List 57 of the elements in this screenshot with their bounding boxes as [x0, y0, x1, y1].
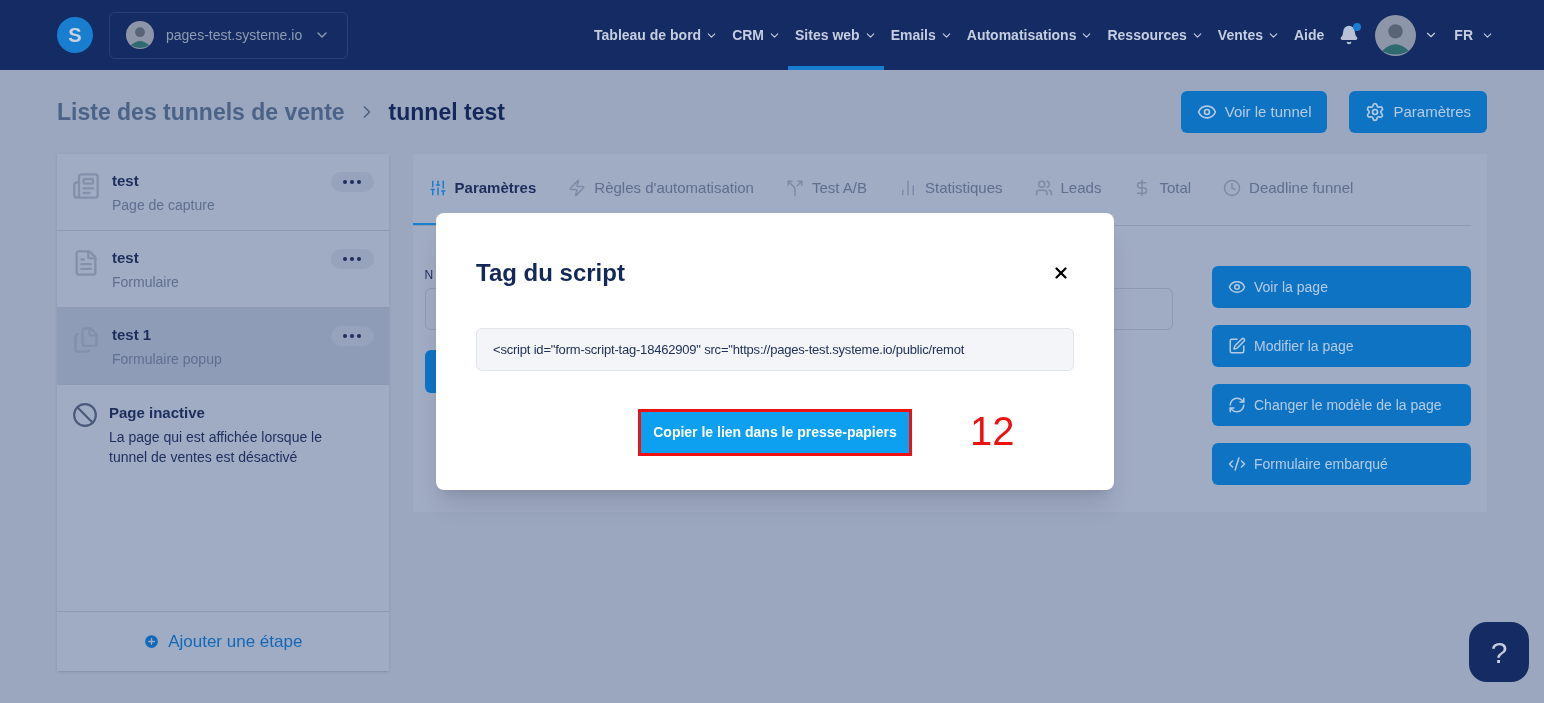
breadcrumb-link[interactable]: Liste des tunnels de vente: [57, 94, 345, 130]
nav-menu-item[interactable]: Tableau de bord: [587, 0, 726, 70]
code-icon: [1228, 455, 1246, 473]
sliders-icon: [428, 179, 447, 197]
eye-icon: [1196, 102, 1217, 122]
nav-menu-item[interactable]: CRM: [725, 0, 789, 70]
header-button[interactable]: Voir le tunnel: [1180, 91, 1328, 133]
page-action-button[interactable]: Changer le modèle de la page: [1212, 384, 1471, 426]
page-action-button[interactable]: Formulaire embarqué: [1212, 443, 1471, 485]
refresh-icon: [1228, 396, 1246, 414]
users-icon: [1034, 179, 1053, 197]
page-action-button[interactable]: Voir la page: [1212, 266, 1471, 308]
clock-icon: [1223, 179, 1242, 197]
nav-menu-item[interactable]: Emails: [883, 0, 960, 70]
plus-icon: [143, 633, 161, 650]
page-action-button[interactable]: Modifier la page: [1212, 325, 1471, 367]
language-selector[interactable]: FR: [1454, 24, 1494, 46]
close-icon[interactable]: [1052, 264, 1070, 282]
step-title: test 1: [112, 326, 153, 344]
copy-link-button[interactable]: Copier le lien dans le presse-papiers: [638, 409, 912, 456]
add-step-button[interactable]: Ajouter une étape: [143, 628, 303, 655]
eye-icon: [1228, 278, 1246, 296]
nav-menu-item[interactable]: Sites web: [788, 0, 884, 70]
nav-menu-item[interactable]: Ressources: [1100, 0, 1211, 70]
more-options-button[interactable]: [330, 249, 374, 269]
help-button[interactable]: ?: [1469, 622, 1529, 682]
nav-menu-item[interactable]: Aide: [1287, 0, 1332, 70]
split-icon: [785, 179, 804, 197]
nav-menu-item[interactable]: Ventes: [1210, 0, 1287, 70]
avatar[interactable]: [126, 21, 154, 49]
page-icon: [72, 172, 100, 200]
dialog-title: Tag du script: [476, 258, 625, 288]
nav-menu-item[interactable]: Automatisations: [959, 0, 1101, 70]
step-type: Page de capture: [112, 196, 216, 215]
site-selector[interactable]: pages-test.systeme.io: [109, 11, 348, 59]
edit-icon: [1228, 337, 1246, 355]
header-button[interactable]: Paramètres: [1349, 91, 1487, 133]
step-item[interactable]: test Formulaire: [57, 231, 389, 308]
field-label: N: [424, 267, 434, 284]
script-field[interactable]: <script id="form-script-tag-18462909" src="https://pages-test.systeme.io/public/remot: [476, 328, 1074, 371]
avatar[interactable]: [1375, 14, 1417, 56]
more-options-button[interactable]: [330, 172, 374, 192]
inactive-page-description: La page qui est affichée lorsque le tunnel de ventes est désactivé: [109, 427, 323, 467]
bolt-icon: [568, 179, 587, 197]
bell-icon: [1339, 25, 1360, 45]
settings-icon: [1365, 102, 1386, 122]
logo[interactable]: S: [57, 17, 93, 53]
ban-icon: [72, 402, 98, 428]
step-title: test: [112, 249, 140, 267]
step-title: test: [112, 172, 140, 190]
step-item[interactable]: test Page de capture: [57, 154, 389, 231]
more-options-button[interactable]: [330, 326, 374, 346]
annotation-number: 12: [970, 408, 1015, 455]
step-type: Formulaire: [112, 273, 180, 292]
notification-bell[interactable]: [1339, 25, 1360, 45]
inactive-page-title: Page inactive: [109, 403, 206, 423]
page-title: tunnel test: [388, 97, 505, 127]
